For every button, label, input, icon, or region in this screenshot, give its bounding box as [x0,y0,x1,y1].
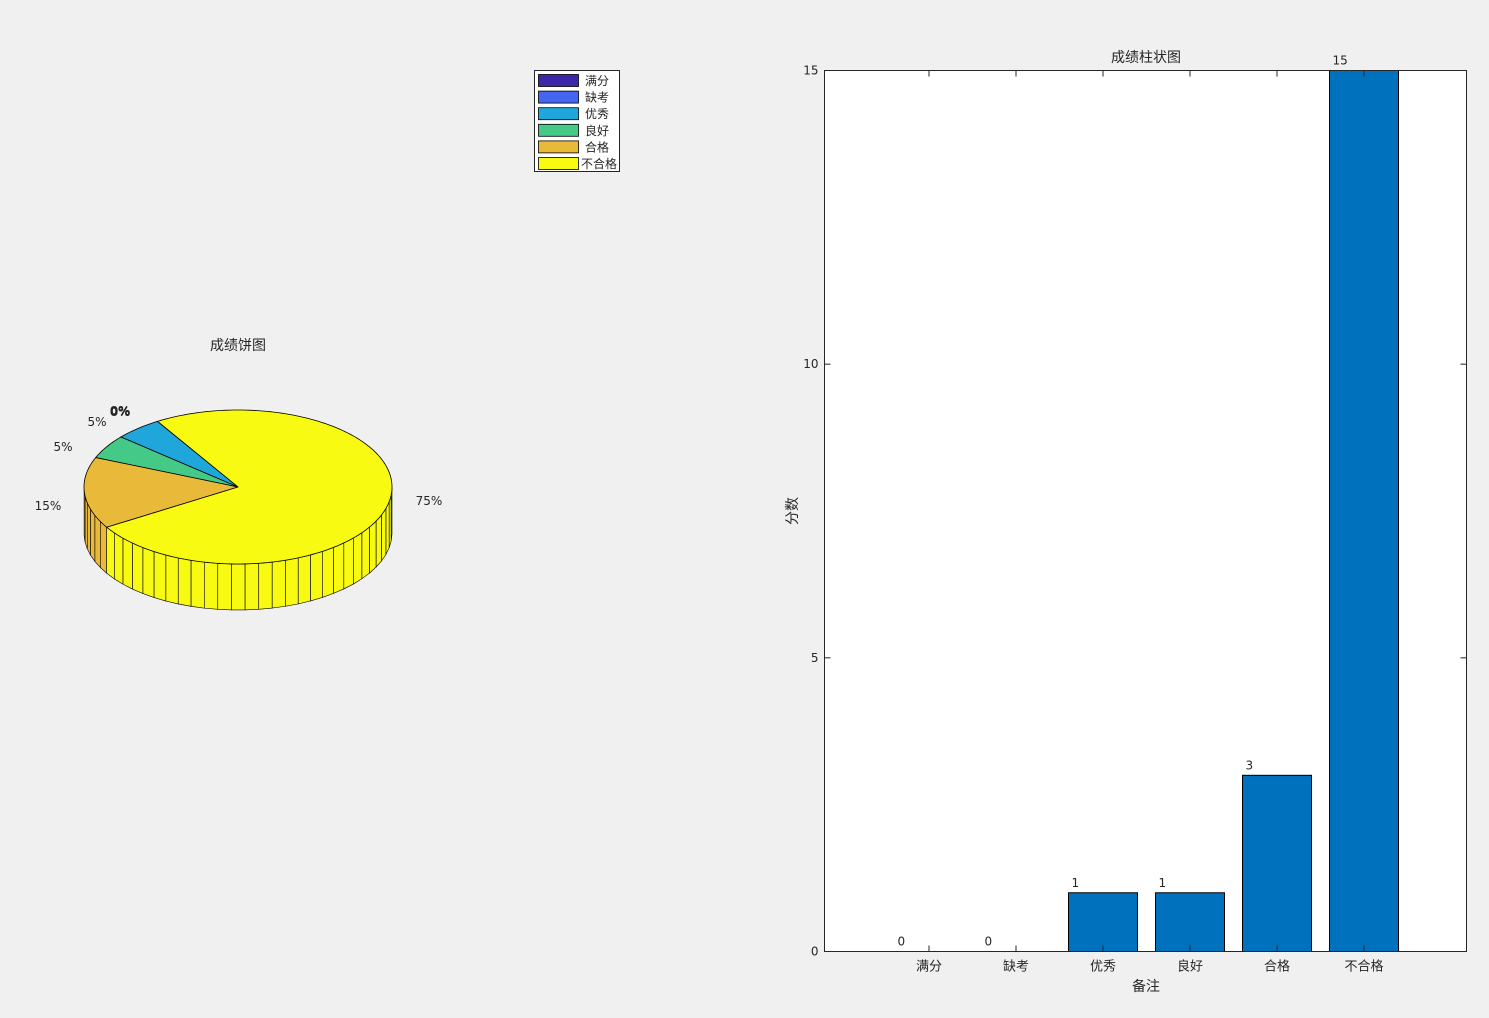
bar-2[interactable] [1068,892,1138,952]
bar-value-label-0: 0 [898,935,906,949]
bar-value-label-1: 0 [985,935,993,949]
legend-label-0: 满分 [585,74,609,88]
pie-percent-label-5: 75% [416,494,443,508]
bar-value-label-2: 1 [1072,876,1080,890]
pie-wall-segment [310,551,323,602]
y-tick-label: 15 [803,64,818,78]
pie-wall-segment [114,532,124,585]
pie-wall-segment [204,561,219,610]
x-tick-label-4: 合格 [1264,959,1290,975]
pie-wall-segment [271,559,286,609]
bar-4[interactable] [1242,774,1312,952]
pie-wall-segment [217,563,232,611]
bar-title: 成绩柱状图 [1111,50,1181,66]
legend-label-3: 良好 [585,123,609,138]
x-tick-label-1: 缺考 [1003,960,1029,975]
pie-wall-segment [322,546,334,598]
pie-wall-segment [165,554,179,605]
bar-chart: 0 0 1 1 3 15 0 5 10 15 满分 缺考 优秀 良好 合格 不合格 成绩柱状图 备注 分数 [785,50,1467,995]
pie-wall-segment [231,563,246,611]
pie-percent-label-4: 15% [35,499,62,513]
bar-y-axis-label: 分数 [785,497,801,525]
pie-chart: 成绩饼图 0%0%5%5%15% 75% [35,338,443,611]
pie-wall-segment [190,559,205,609]
legend-swatch-2 [538,107,579,121]
pie-legend[interactable]: 满分缺考优秀良好合格不合格 [534,70,620,172]
pie-wall-segment [381,507,387,562]
bar-3[interactable] [1155,892,1225,952]
y-tick-label: 5 [811,651,819,665]
pie-percent-label-3: 5% [53,440,72,454]
pie-wall-segment [132,542,144,595]
legend-label-1: 缺考 [585,90,609,105]
bar-value-label-4: 3 [1246,758,1254,772]
bar-value-label-3: 1 [1159,876,1167,890]
pie-wall-segment [90,508,96,563]
bar-value-label-5: 15 [1333,54,1348,68]
pie-wall-segment [343,537,354,590]
legend-swatch-5 [538,157,579,170]
y-tick-label: 10 [803,357,818,371]
pie-wall-segment [122,537,133,590]
y-tick-label: 0 [811,945,819,959]
pie-wall-segment [94,514,101,569]
x-tick-label-5: 不合格 [1344,959,1383,975]
bar-5[interactable] [1329,70,1399,952]
pie-wall-segment [142,547,155,598]
legend-label-4: 合格 [585,139,609,154]
pie-wall-segment [258,561,273,610]
legend-label-5: 不合格 [581,156,617,171]
pie-wall-segment [106,526,115,580]
pie-wall-segment [86,502,91,556]
pie-wall-segment [385,501,390,555]
x-tick-label-0: 满分 [916,960,942,975]
pie-wall-segment [84,496,88,549]
pie-wall-segment [153,551,167,602]
x-tick-label-2: 优秀 [1090,960,1116,975]
pie-wall-segment [353,532,363,585]
pie-wall-segment [369,520,377,574]
pie-wall-segment [244,562,260,611]
bar-x-axis-label: 备注 [1132,978,1160,995]
legend-swatch-3 [538,123,579,137]
legend-swatch-0 [538,74,579,87]
pie-wall-segment [177,557,192,607]
legend-label-2: 优秀 [585,107,609,121]
pie-wall-segment [333,542,345,594]
pie-title: 成绩饼图 [210,338,266,354]
pie-percent-label-1: 0% [110,405,130,419]
pie-top-face [83,409,393,565]
pie-wall-segment [375,513,382,568]
pie-wall-segment [361,526,370,580]
x-tick-label-3: 良好 [1177,959,1203,975]
pie-wall-segment [297,554,311,605]
pie-wall-segment [100,520,108,574]
pie-percent-label-2: 5% [87,415,106,429]
figure-canvas: 成绩饼图 0%0%5%5%15% 75% 满分缺考优秀良好合格不合格 0 01 131… [35,50,1467,995]
legend-swatch-4 [538,140,579,154]
pie-wall-segment [285,557,299,607]
legend-swatch-1 [538,90,579,104]
